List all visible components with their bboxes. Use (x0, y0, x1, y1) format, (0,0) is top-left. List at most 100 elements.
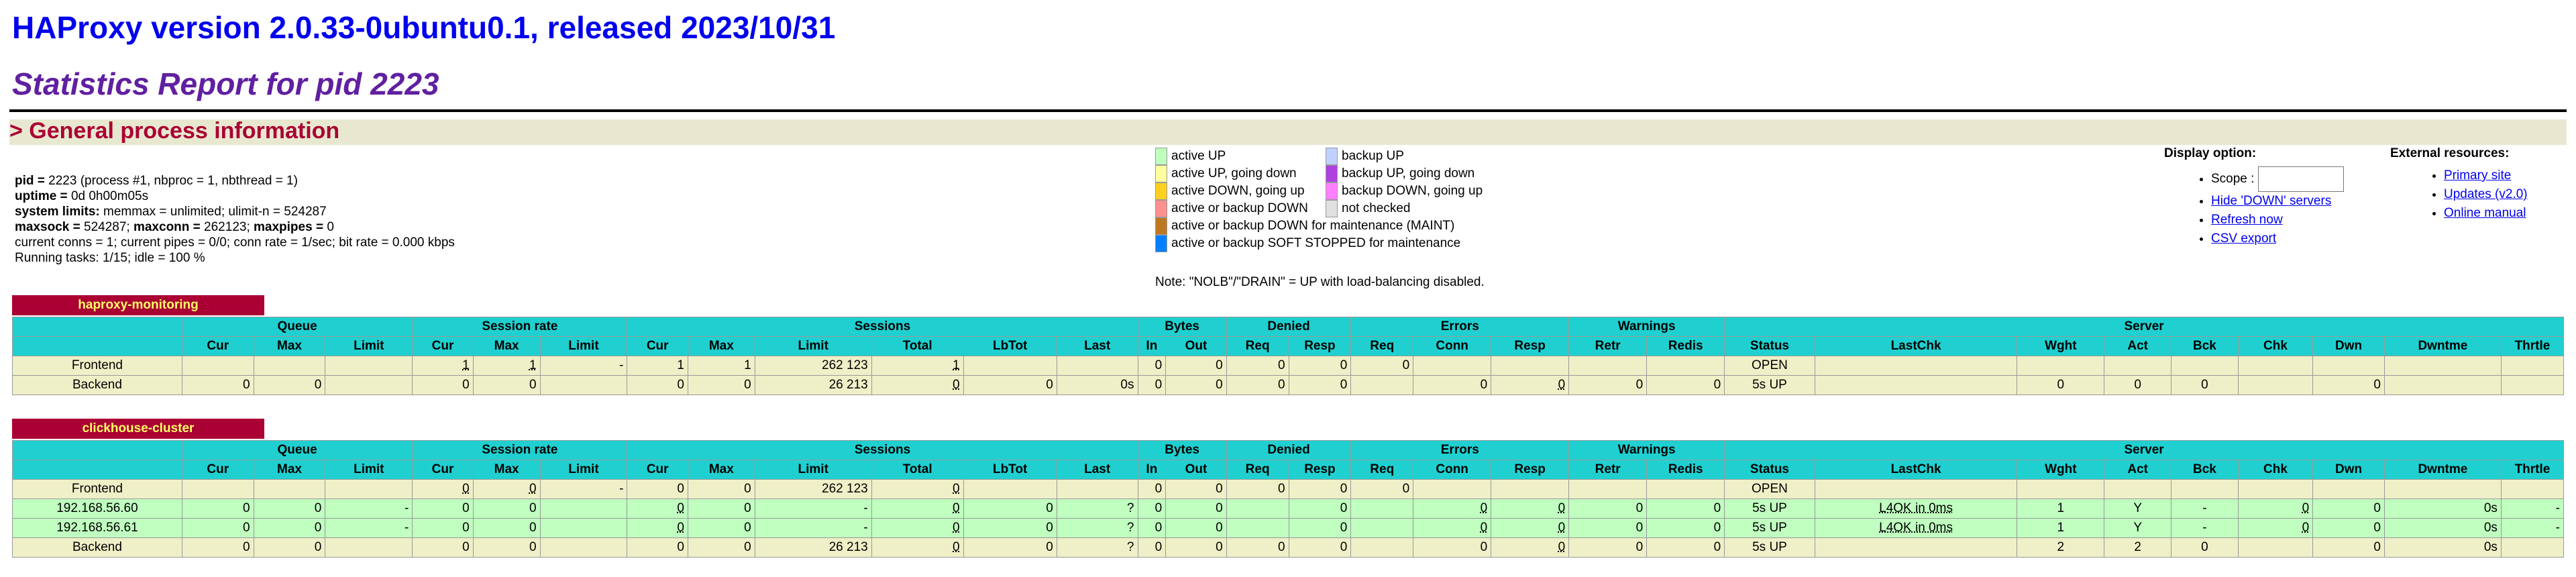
stat-value: 1 (744, 358, 751, 372)
stat-value: 0 (314, 540, 322, 554)
stat-value: ? (1126, 521, 1134, 535)
column-header: Resp (1288, 336, 1352, 356)
stat-cell: 0 (2104, 375, 2172, 395)
column-header: Redis (1646, 336, 1725, 356)
primary-site-link[interactable]: Primary site (2444, 168, 2511, 182)
stat-cell: 0 (472, 518, 541, 538)
divider (9, 109, 2567, 112)
stat-value: 0 (744, 521, 751, 535)
column-header: Chk (2237, 460, 2314, 480)
pid-label: pid = (15, 174, 49, 188)
column-header-row: Cur Max Limit Cur Max Limit Cur Max Limit Total Lb… (12, 336, 2565, 356)
stat-cell: 0 (253, 518, 326, 538)
stat-cell: 0 (1165, 537, 1227, 558)
stat-cell: 0 (1165, 356, 1227, 376)
column-header: Resp (1491, 460, 1570, 480)
stat-value: 0 (1340, 358, 1348, 372)
stat-value: 0 (1277, 482, 1285, 496)
stat-cell (2312, 356, 2385, 376)
stat-value: 26 213 (828, 378, 868, 392)
row-name-cell[interactable]: 192.168.56.60 (12, 499, 182, 519)
column-header: LbTot (963, 336, 1057, 356)
stat-cell: 0 (1226, 479, 1289, 499)
stat-value: - (2555, 521, 2560, 535)
row-name-cell[interactable]: Frontend (12, 356, 182, 376)
column-header: LastChk (1814, 460, 2018, 480)
column-group-header: Denied (1226, 440, 1352, 460)
stat-cell (963, 479, 1057, 499)
stat-value: 0 (1046, 501, 1053, 515)
stat-cell: 1 (627, 356, 688, 376)
stat-value: 0 (1713, 378, 1721, 392)
legend-swatch (1155, 235, 1167, 252)
backend-row: Backend 0 0 0 0 0 0 26 213 0 0 0s 0 0 0 0 0 0 0 0 5s UP 0 0 0 0 (12, 375, 2565, 395)
maxconn-label: maxconn = (133, 220, 205, 234)
external-resources-list: Primary site Updates (v2.0) Online manua… (2390, 166, 2528, 223)
stat-cell: 26 213 (754, 537, 872, 558)
row-name-cell[interactable]: Backend (12, 537, 182, 558)
legend-label: backup UP, going down (1342, 166, 1475, 180)
scope-input[interactable] (2257, 166, 2344, 192)
stat-cell: 0 (472, 499, 541, 519)
stat-cell: 0 (1165, 479, 1227, 499)
stat-cell: 0 (1165, 499, 1227, 519)
column-header: Resp (1288, 460, 1352, 480)
stat-value: 0 (1216, 540, 1223, 554)
stat-cell: 5s UP (1724, 499, 1815, 519)
column-header: Cur (181, 460, 254, 480)
column-header: Cur (627, 460, 688, 480)
refresh-now-link[interactable]: Refresh now (2211, 213, 2283, 227)
stat-cell: 0 (181, 499, 254, 519)
stat-value: 0 (677, 521, 684, 535)
page-subtitle: Statistics Report for pid 2223 (12, 66, 439, 101)
column-header: Limit (754, 460, 872, 480)
display-options-title: Display option: (2164, 146, 2257, 160)
proxy-name-tab[interactable]: haproxy-monitoring (12, 295, 264, 315)
maxconn-value: 262123; (204, 220, 254, 234)
column-header: Req (1226, 336, 1289, 356)
stat-cell: - (2500, 518, 2565, 538)
stat-cell (1646, 356, 1725, 376)
stat-value: 5s UP (1752, 540, 1787, 554)
column-group-header: Queue (181, 317, 413, 337)
pid-line: pid = 2223 (process #1, nbproc = 1, nbth… (15, 173, 455, 189)
stat-value: 0 (1480, 521, 1488, 535)
legend-item: active UP, going down (1155, 165, 1297, 182)
server-row: 192.168.56.60 0 0 - 0 0 0 0 - 0 0? 0 0 0 0 0 0 0 5s UP L4OK… (12, 499, 2565, 519)
hide-down-servers-link[interactable]: Hide 'DOWN' servers (2211, 194, 2331, 208)
stat-cell (539, 499, 628, 519)
updates-link[interactable]: Updates (v2.0) (2444, 187, 2528, 201)
stat-cell: 0 (1646, 537, 1725, 558)
stat-cell: 5s UP (1724, 537, 1815, 558)
stat-value: 262 123 (822, 482, 868, 496)
legend-label: active UP (1171, 149, 1226, 163)
legend-item: backup UP (1326, 148, 1404, 165)
stat-cell: 0 (472, 479, 541, 499)
stat-value: Y (2133, 521, 2143, 535)
stat-value: 0s (2483, 501, 2498, 515)
stat-cell: 0 (1137, 375, 1167, 395)
row-name-cell[interactable]: 192.168.56.61 (12, 518, 182, 538)
stat-cell: - (2171, 499, 2239, 519)
stat-cell: 0 (627, 499, 688, 519)
stat-cell (253, 356, 326, 376)
stat-cell: - (539, 479, 628, 499)
stat-cell: 0 (1491, 518, 1570, 538)
online-manual-link[interactable]: Online manual (2444, 206, 2526, 220)
row-name-cell[interactable]: Backend (12, 375, 182, 395)
stat-cell: 1 (472, 356, 541, 376)
legend-swatch (1155, 182, 1167, 200)
stat-cell: 0 (2017, 375, 2105, 395)
stat-cell: 0 (1288, 537, 1352, 558)
stat-value: 0 (462, 501, 470, 515)
proxy-name-tab[interactable]: clickhouse-cluster (12, 419, 264, 439)
row-name-cell[interactable]: Frontend (12, 479, 182, 499)
stat-value: 0 (2373, 540, 2381, 554)
stat-cell: 0 (963, 518, 1057, 538)
stat-value: 0 (529, 501, 537, 515)
column-header: Act (2104, 460, 2172, 480)
stat-cell (1350, 518, 1414, 538)
stat-value: - (863, 521, 868, 535)
csv-export-link[interactable]: CSV export (2211, 231, 2276, 246)
row-name: 192.168.56.61 (56, 521, 138, 535)
